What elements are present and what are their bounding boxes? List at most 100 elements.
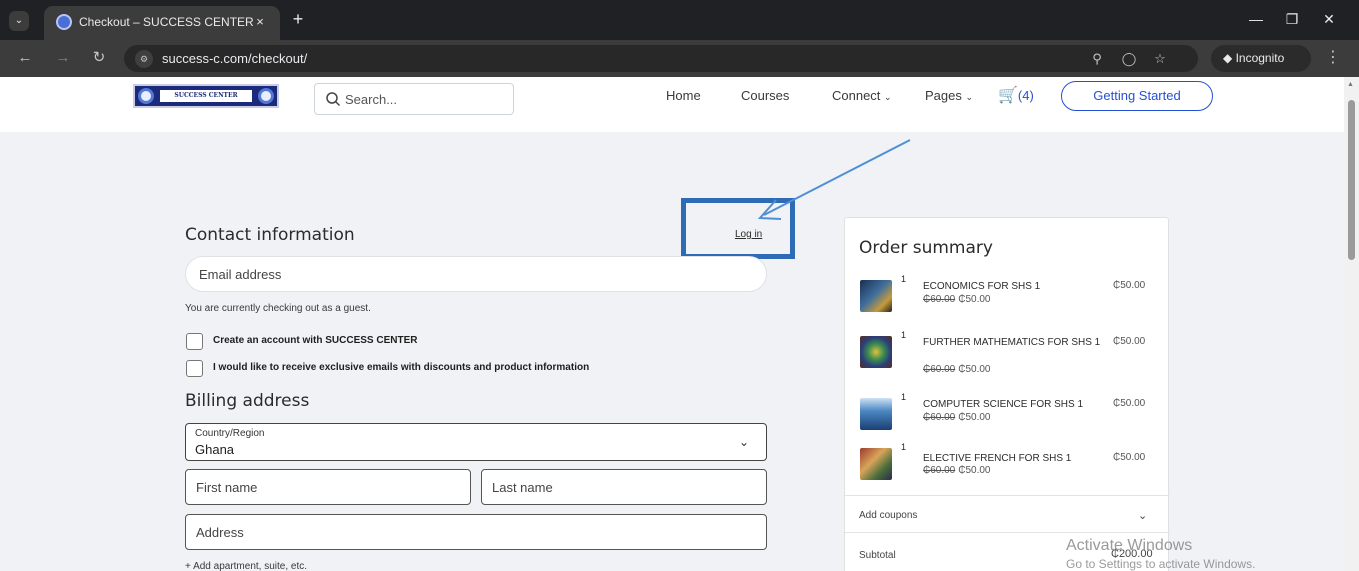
activate-windows-watermark: Activate Windows — [1066, 537, 1193, 554]
site-logo[interactable]: SUCCESS CENTER — [133, 84, 279, 108]
getting-started-button[interactable]: Getting Started — [1061, 81, 1213, 111]
email-field[interactable] — [185, 256, 767, 292]
last-name-input[interactable] — [482, 470, 766, 504]
marketing-emails-checkbox[interactable] — [186, 360, 203, 377]
item-quantity: 1 — [901, 442, 907, 452]
item-name: ELECTIVE FRENCH FOR SHS 1 — [923, 453, 1072, 464]
incognito-badge[interactable]: ◆ Incognito — [1211, 45, 1311, 72]
nav-connect[interactable]: Connect ⌄ — [832, 88, 892, 103]
list-item: 1 COMPUTER SCIENCE FOR SHS 1 ₵60.00 ₵50.0… — [845, 392, 1170, 450]
item-quantity: 1 — [901, 330, 907, 340]
cart-count: (4) — [1017, 88, 1034, 103]
country-select[interactable]: Country/Region Ghana ⌄ — [185, 423, 767, 461]
create-account-label[interactable]: Create an account with SUCCESS CENTER — [213, 335, 417, 346]
add-apartment-link[interactable]: + Add apartment, suite, etc. — [185, 561, 307, 571]
item-old-price: ₵60.00 — [923, 465, 956, 476]
page-scrollbar[interactable]: ▲ — [1344, 77, 1359, 571]
product-thumbnail — [860, 398, 892, 430]
create-account-checkbox[interactable] — [186, 333, 203, 350]
logo-emblem-left — [138, 88, 154, 104]
annotation-highlight-box — [681, 198, 795, 259]
back-arrow-icon[interactable]: ← — [15, 48, 35, 68]
product-thumbnail — [860, 280, 892, 312]
chevron-down-icon: ⌄ — [739, 435, 750, 449]
product-thumbnail — [860, 336, 892, 368]
add-coupons-label: Add coupons — [859, 510, 918, 521]
url-text[interactable]: success-c.com/checkout/ — [162, 51, 307, 66]
address-bar[interactable]: ⚙ success-c.com/checkout/ ⚲ ◯ ☆ — [124, 45, 1198, 72]
zoom-icon[interactable]: ⚲ — [1087, 49, 1107, 69]
scroll-thumb[interactable] — [1348, 100, 1355, 260]
product-thumbnail — [860, 448, 892, 480]
add-coupons-toggle[interactable]: Add coupons ⌄ — [845, 496, 1170, 532]
subtotal-label: Subtotal — [859, 550, 896, 561]
item-old-price: ₵60.00 — [923, 412, 956, 423]
address-field[interactable] — [185, 514, 767, 550]
logo-text: SUCCESS CENTER — [160, 90, 252, 102]
item-old-price: ₵60.00 — [923, 294, 956, 305]
item-name: COMPUTER SCIENCE FOR SHS 1 — [923, 399, 1084, 410]
incognito-label: Incognito — [1235, 51, 1285, 65]
guest-checkout-note: You are currently checking out as a gues… — [185, 303, 371, 314]
scroll-up-icon[interactable]: ▲ — [1347, 81, 1354, 88]
minimize-icon[interactable]: — — [1243, 8, 1269, 30]
billing-address-heading: Billing address — [185, 391, 310, 411]
order-summary-heading: Order summary — [859, 238, 993, 258]
logo-emblem-right — [258, 88, 274, 104]
window-close-icon[interactable]: ✕ — [1316, 8, 1342, 30]
item-total: ₵50.00 — [1113, 280, 1146, 291]
nav-pages[interactable]: Pages ⌄ — [925, 88, 973, 103]
browser-tab-active[interactable]: Checkout – SUCCESS CENTER × — [44, 6, 280, 40]
item-new-price: ₵50.00 — [958, 412, 991, 423]
item-quantity: 1 — [901, 392, 907, 402]
item-total: ₵50.00 — [1113, 398, 1146, 409]
nav-pages-label: Pages — [925, 88, 962, 103]
search-box[interactable] — [314, 83, 514, 115]
tab-search-chevron-icon[interactable]: ⌄ — [9, 11, 29, 31]
first-name-field[interactable] — [185, 469, 471, 505]
browser-menu-icon[interactable]: ⋮ — [1323, 48, 1343, 68]
item-new-price: ₵50.00 — [958, 465, 991, 476]
search-input[interactable] — [345, 84, 505, 114]
chevron-down-icon: ⌄ — [965, 92, 974, 102]
nav-connect-label: Connect — [832, 88, 881, 103]
list-item: 1 ECONOMICS FOR SHS 1 ₵60.00 ₵50.00 ₵50.0… — [845, 274, 1170, 332]
browser-tab-bar: ⌄ Checkout – SUCCESS CENTER × + — ❐ ✕ — [0, 0, 1359, 40]
marketing-emails-label[interactable]: I would like to receive exclusive emails… — [213, 362, 589, 373]
incognito-icon: ◆ — [1223, 51, 1233, 65]
item-old-price: ₵60.00 — [923, 364, 956, 375]
nav-courses[interactable]: Courses — [741, 88, 789, 103]
order-summary-panel: Order summary 1 ECONOMICS FOR SHS 1 ₵60.… — [844, 217, 1170, 571]
item-name: ECONOMICS FOR SHS 1 — [923, 281, 1041, 292]
tab-title: Checkout – SUCCESS CENTER — [79, 15, 254, 29]
forward-arrow-icon[interactable]: → — [53, 48, 73, 68]
chevron-down-icon: ⌄ — [884, 92, 892, 102]
site-favicon-icon — [56, 14, 72, 30]
item-price-row: ₵60.00 ₵50.00 — [923, 364, 991, 375]
item-price-row: ₵60.00 ₵50.00 — [923, 294, 991, 305]
last-name-field[interactable] — [481, 469, 767, 505]
site-header: SUCCESS CENTER Home Courses Connect ⌄ Pa… — [0, 77, 1344, 132]
star-icon[interactable]: ☆ — [1150, 49, 1170, 69]
eye-off-icon[interactable]: ◯ — [1119, 49, 1139, 69]
item-total: ₵50.00 — [1113, 336, 1146, 347]
contact-information-heading: Contact information — [185, 225, 355, 245]
site-info-icon[interactable]: ⚙ — [135, 50, 153, 68]
item-price-row: ₵60.00 ₵50.00 — [923, 465, 991, 476]
email-input[interactable] — [186, 257, 766, 291]
browser-toolbar: ← → ↻ ⚙ success-c.com/checkout/ ⚲ ◯ ☆ ◆ … — [0, 40, 1359, 77]
nav-home[interactable]: Home — [666, 88, 701, 103]
restore-icon[interactable]: ❐ — [1279, 8, 1305, 30]
cart-button[interactable]: 🛒(4) — [998, 85, 1034, 105]
item-quantity: 1 — [901, 274, 907, 284]
item-price-row: ₵60.00 ₵50.00 — [923, 412, 991, 423]
first-name-input[interactable] — [186, 470, 470, 504]
address-input[interactable] — [186, 515, 766, 549]
new-tab-button[interactable]: + — [288, 9, 308, 29]
tab-close-icon[interactable]: × — [251, 13, 269, 31]
reload-icon[interactable]: ↻ — [89, 48, 109, 68]
chevron-down-icon: ⌄ — [1138, 510, 1148, 522]
country-select-label: Country/Region — [195, 428, 265, 439]
item-new-price: ₵50.00 — [958, 364, 991, 375]
list-item: 1 FURTHER MATHEMATICS FOR SHS 1 ₵60.00 ₵5… — [845, 330, 1170, 388]
